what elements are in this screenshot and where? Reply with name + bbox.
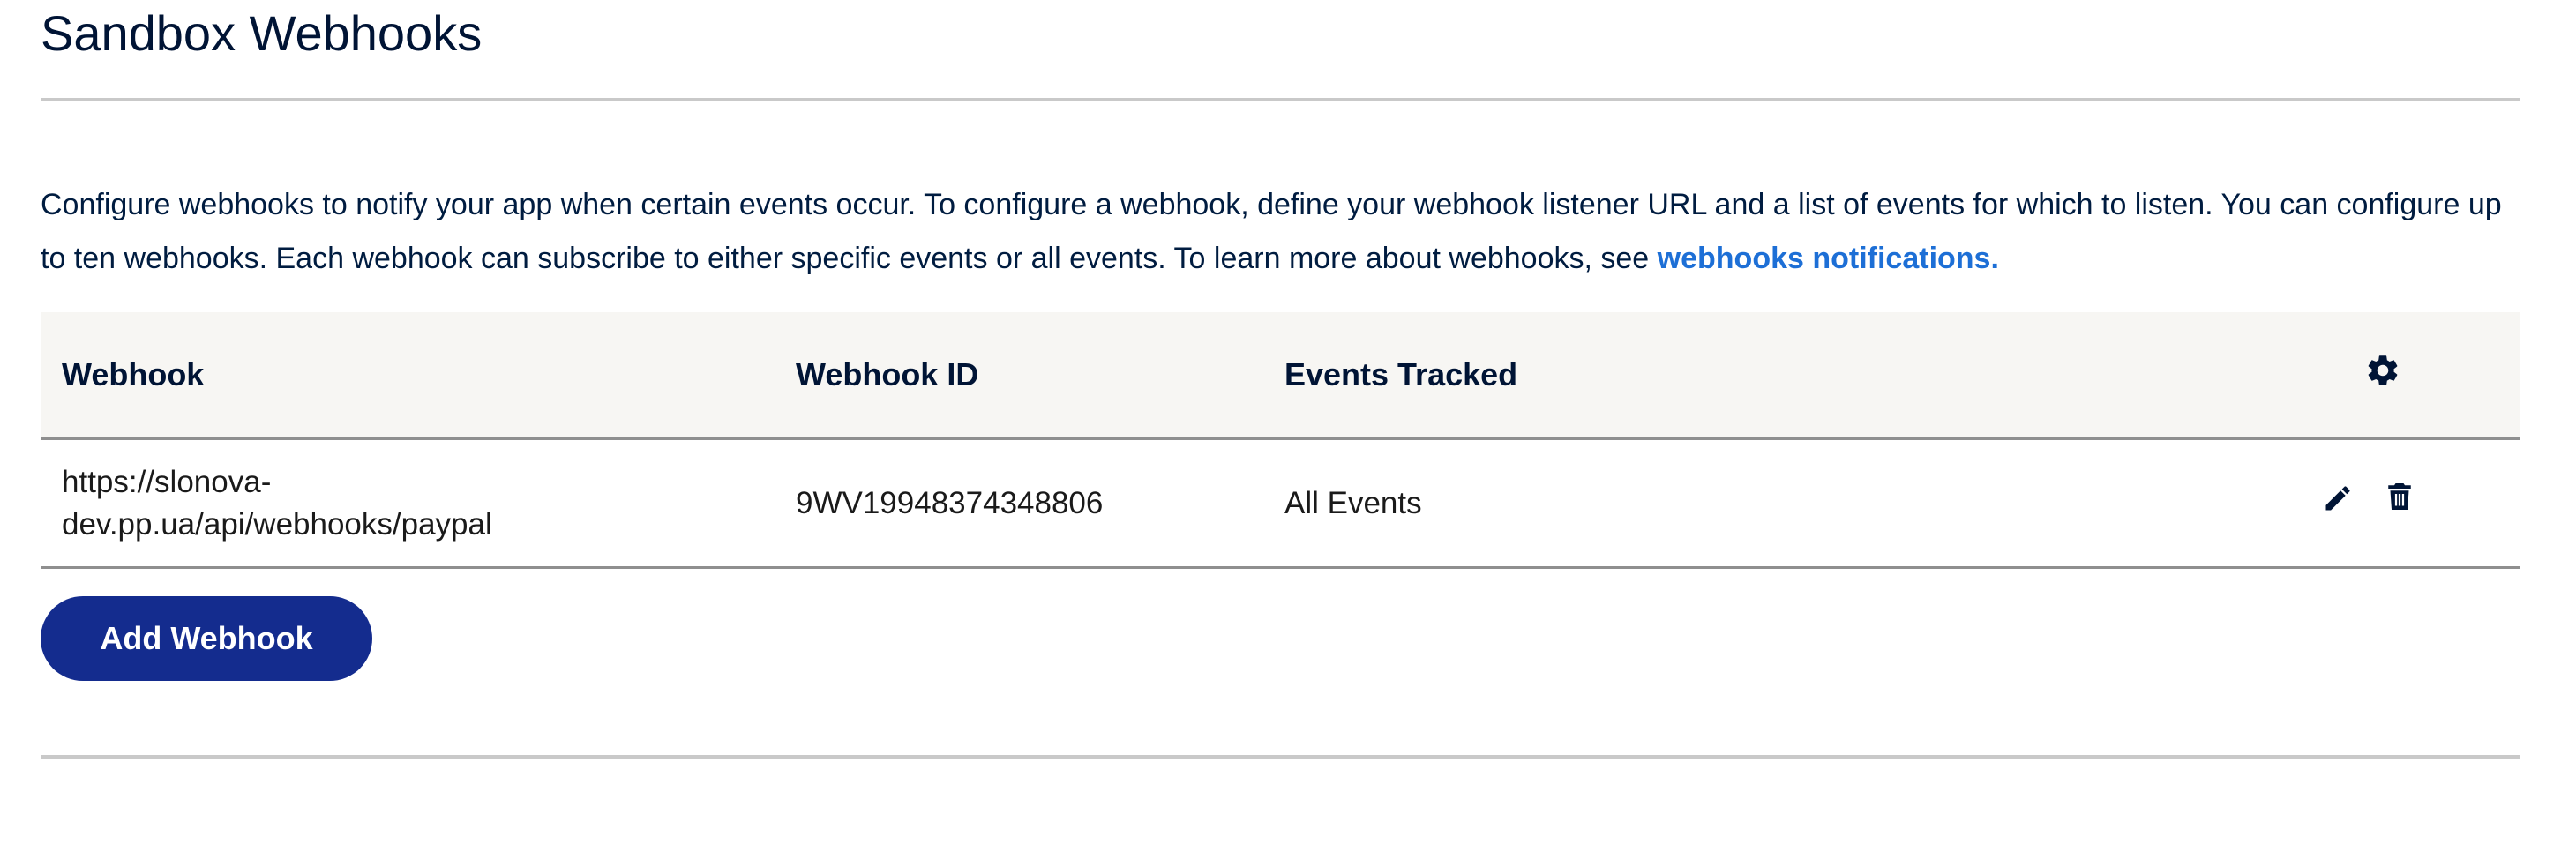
column-header-webhook: Webhook	[62, 356, 205, 392]
table-header: Webhook Webhook ID Events Tracked	[41, 312, 2520, 440]
webhooks-table: Webhook Webhook ID Events Tracked https:…	[41, 312, 2520, 569]
pencil-icon[interactable]	[2322, 482, 2354, 514]
column-header-events-tracked: Events Tracked	[1284, 356, 1518, 392]
description-text: Configure webhooks to notify your app wh…	[41, 178, 2511, 286]
add-webhook-button[interactable]: Add Webhook	[41, 596, 372, 681]
description-body: Configure webhooks to notify your app wh…	[41, 188, 2502, 275]
column-header-webhook-id: Webhook ID	[796, 356, 979, 392]
bottom-divider	[41, 755, 2520, 759]
gear-icon[interactable]	[2364, 352, 2401, 389]
page-title: Sandbox Webhooks	[41, 5, 483, 61]
trash-icon[interactable]	[2384, 481, 2415, 512]
webhooks-notifications-link[interactable]: webhooks notifications.	[1658, 242, 1999, 275]
webhook-url: https://slonova-dev.pp.ua/api/webhooks/p…	[62, 465, 492, 542]
events-tracked: All Events	[1284, 486, 1422, 520]
title-divider	[41, 98, 2520, 101]
webhook-id: 9WV19948374348806	[796, 486, 1104, 520]
table-row: https://slonova-dev.pp.ua/api/webhooks/p…	[41, 440, 2520, 569]
